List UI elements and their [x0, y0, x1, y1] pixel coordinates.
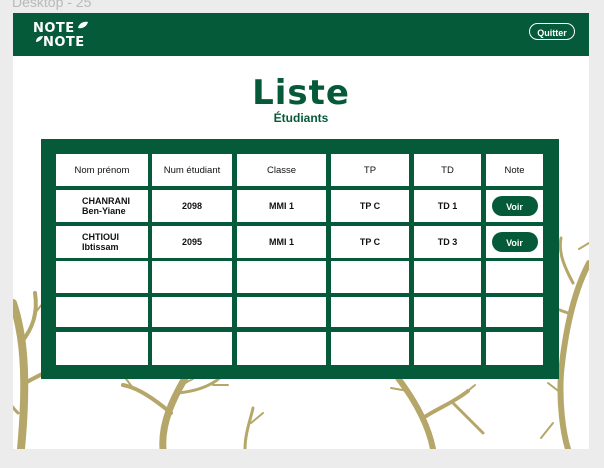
empty-cell [331, 332, 409, 365]
empty-cell [152, 261, 232, 293]
empty-cell [486, 261, 543, 293]
column-header-note: Note [486, 154, 543, 186]
top-bar: NOTE NOTE Quitter [13, 13, 589, 56]
table-cell-classe: MMI 1 [237, 190, 326, 222]
empty-cell [56, 297, 148, 327]
table-cell-td: TD 3 [414, 226, 481, 258]
empty-cell [237, 297, 326, 327]
student-firstname: Ibtissam [82, 242, 119, 252]
empty-cell [414, 297, 481, 327]
table-cell-note: Voir [486, 226, 543, 258]
column-header-tp: TP [331, 154, 409, 186]
logo-text-bottom: NOTE [43, 35, 85, 50]
page-subtitle: Étudiants [273, 111, 329, 125]
frame-label: Desktop - 25 [12, 0, 92, 10]
logo-text-top: NOTE [33, 21, 75, 36]
empty-cell [237, 261, 326, 293]
view-grade-button[interactable]: Voir [491, 196, 538, 216]
student-lastname: CHANRANI [82, 196, 130, 206]
quit-button[interactable]: Quitter [529, 23, 575, 40]
empty-cell [152, 332, 232, 365]
table-row-name: CHTIOUI Ibtissam [56, 226, 148, 258]
column-header-name: Nom prénom [56, 154, 148, 186]
column-header-classe: Classe [237, 154, 326, 186]
table-cell-num: 2098 [152, 190, 232, 222]
empty-cell [331, 297, 409, 327]
table-cell-classe: MMI 1 [237, 226, 326, 258]
leaf-icon [78, 21, 88, 29]
column-header-num: Num étudiant [152, 154, 232, 186]
empty-cell [56, 261, 148, 293]
view-grade-button[interactable]: Voir [491, 232, 538, 252]
student-lastname: CHTIOUI [82, 232, 119, 242]
students-table: Nom prénom Num étudiant Classe TP TD Not… [41, 139, 559, 379]
empty-cell [414, 261, 481, 293]
empty-cell [152, 297, 232, 327]
empty-cell [486, 332, 543, 365]
page-title: Liste [252, 73, 350, 113]
table-cell-note: Voir [486, 190, 543, 222]
table-row-name: CHANRANI Ben-Yiane [56, 190, 148, 222]
desktop-frame: NOTE NOTE Quitter Liste Étudiants Nom pr… [13, 13, 589, 449]
table-cell-td: TD 1 [414, 190, 481, 222]
column-header-td: TD [414, 154, 481, 186]
empty-cell [414, 332, 481, 365]
empty-cell [56, 332, 148, 365]
empty-cell [237, 332, 326, 365]
table-cell-tp: TP C [331, 190, 409, 222]
student-firstname: Ben-Yiane [82, 206, 126, 216]
table-cell-tp: TP C [331, 226, 409, 258]
empty-cell [331, 261, 409, 293]
notenote-logo: NOTE NOTE [33, 20, 103, 50]
empty-cell [486, 297, 543, 327]
table-cell-num: 2095 [152, 226, 232, 258]
